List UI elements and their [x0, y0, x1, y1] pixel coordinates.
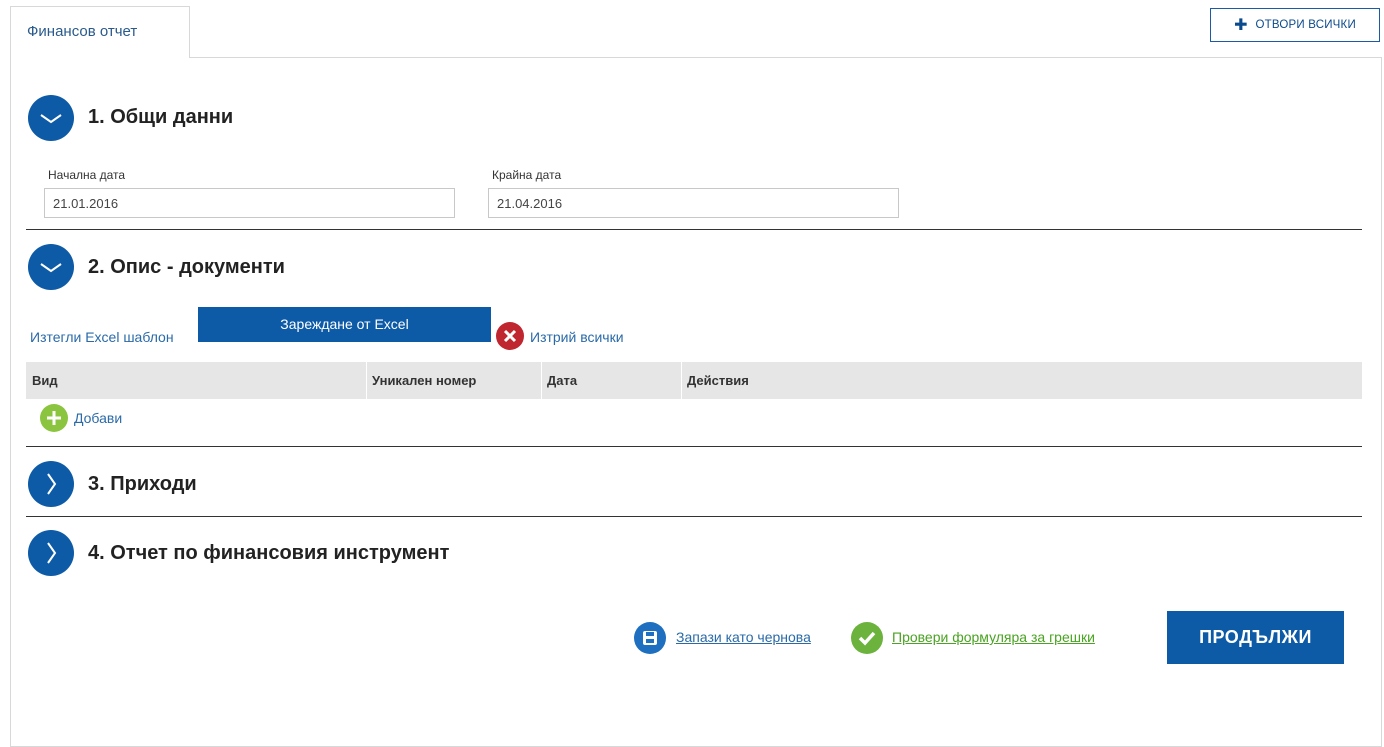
download-excel-template-link[interactable]: Изтегли Excel шаблон: [30, 329, 174, 345]
check-errors-link[interactable]: Провери формуляра за грешки: [892, 629, 1095, 645]
checkmark-icon: [858, 631, 876, 646]
start-date-input[interactable]: [44, 188, 455, 218]
documents-table-header: Вид Уникален номер Дата Действия: [26, 362, 1362, 399]
section-2-toggle[interactable]: [28, 244, 74, 290]
add-icon[interactable]: [40, 404, 68, 432]
end-date-label: Крайна дата: [492, 168, 562, 182]
section-divider: [26, 229, 1362, 230]
save-draft-icon[interactable]: [634, 622, 666, 654]
tab-label: Финансов отчет: [27, 23, 138, 40]
save-draft-link[interactable]: Запази като чернова: [676, 629, 811, 645]
section-divider: [26, 516, 1362, 517]
section-divider: [26, 446, 1362, 447]
check-errors-icon[interactable]: [851, 622, 883, 654]
continue-button[interactable]: ПРОДЪЛЖИ: [1167, 611, 1344, 664]
column-header-unique-number: Уникален номер: [372, 373, 477, 388]
section-2-title: 2. Опис - документи: [88, 256, 285, 278]
close-icon: [503, 329, 517, 343]
chevron-down-icon: [40, 114, 62, 124]
column-header-actions: Действия: [687, 373, 749, 388]
start-date-label: Начална дата: [48, 168, 126, 182]
expand-all-button[interactable]: ✚ ОТВОРИ ВСИЧКИ: [1210, 8, 1380, 42]
section-1-title: 1. Общи данни: [88, 106, 234, 128]
section-4-toggle[interactable]: [28, 530, 74, 576]
section-3-title: 3. Приходи: [88, 473, 197, 495]
section-3-toggle[interactable]: [28, 461, 74, 507]
plus-icon: [47, 411, 61, 425]
column-header-type: Вид: [32, 373, 58, 388]
section-1-toggle[interactable]: [28, 95, 74, 141]
delete-all-icon[interactable]: [496, 322, 524, 350]
end-date-input[interactable]: [488, 188, 899, 218]
column-header-date: Дата: [547, 373, 578, 388]
section-4-title: 4. Отчет по финансовия инструмент: [88, 542, 450, 564]
chevron-right-icon: [47, 542, 57, 564]
chevron-right-icon: [47, 473, 57, 495]
chevron-down-icon: [40, 263, 62, 273]
add-document-link[interactable]: Добави: [74, 410, 122, 426]
tab-financial-report[interactable]: Финансов отчет: [10, 6, 190, 58]
expand-all-label: ОТВОРИ ВСИЧКИ: [1255, 19, 1356, 31]
delete-all-link[interactable]: Изтрий всички: [530, 329, 624, 345]
plus-icon: ✚: [1234, 17, 1248, 34]
upload-excel-button[interactable]: Зареждане от Excel: [198, 307, 491, 342]
floppy-disk-icon: [643, 631, 657, 645]
